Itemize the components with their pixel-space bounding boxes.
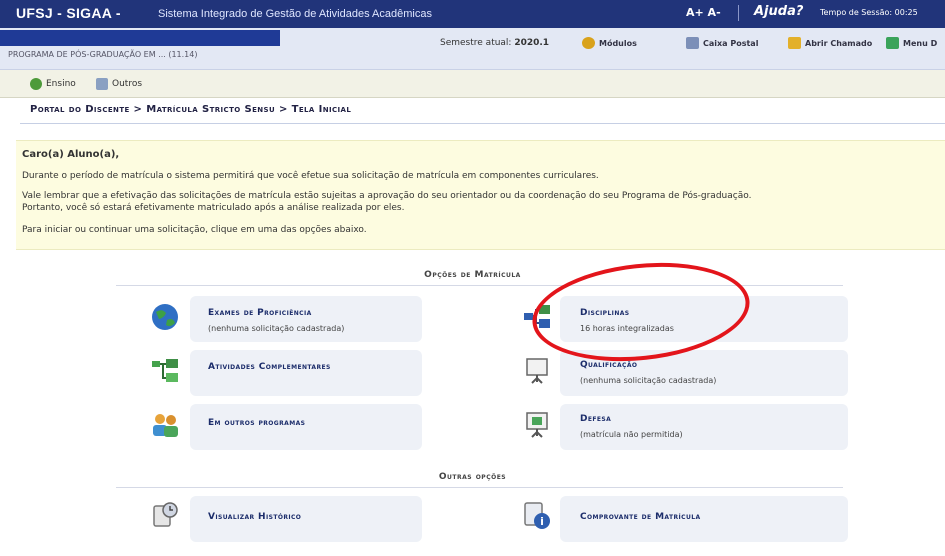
notice-line-4: Para iniciar ou continuar uma solicitaçã… [22,225,367,235]
option-qualification-status: (nenhuma solicitação cadastrada) [580,376,717,385]
mailbox-button-label: Caixa Postal [703,38,759,48]
receipt-icon: i [524,502,550,529]
mailbox-icon [686,37,699,49]
option-defense[interactable]: Defesa [580,414,611,424]
globe-icon [152,304,178,330]
option-proficiency-exams[interactable]: Exames de Proficiência [208,308,312,318]
modules-button-label: Módulos [599,38,637,48]
history-icon [153,502,178,527]
user-info-bar: PROGRAMA DE PÓS-GRADUAÇÃO EM ... (11.14)… [0,28,945,70]
menu-button-label: Menu D [903,38,938,48]
activities-icon [152,359,178,382]
option-card-defense[interactable] [560,404,848,450]
option-card-proficiency[interactable] [190,296,422,342]
mailbox-button[interactable]: Caixa Postal [686,34,758,52]
app-subtitle: Sistema Integrado de Gestão de Atividade… [158,8,432,20]
module-ensino[interactable]: Ensino [30,78,76,90]
option-defense-status: (matrícula não permitida) [580,430,683,439]
module-outros[interactable]: Outros [96,78,142,90]
option-qualification[interactable]: Qualificação [580,360,637,370]
people-icon [153,414,178,437]
option-proficiency-status: (nenhuma solicitação cadastrada) [208,324,345,333]
presentation-icon [526,358,548,384]
others-icon [96,78,108,90]
open-ticket-button-label: Abrir Chamado [805,38,873,48]
module-bar: Ensino Outros [0,70,945,98]
module-ensino-label: Ensino [46,79,76,89]
section-divider [116,487,843,488]
option-complementary-activities[interactable]: Atividades Complementares [208,362,331,372]
option-card-activities[interactable] [190,350,422,396]
current-semester: Semestre atual: 2020.1 [440,38,549,48]
enrollment-notice: Caro(a) Aluno(a), Durante o período de m… [16,140,945,250]
ticket-icon [788,37,801,49]
notice-line-3: Portanto, você só estará efetivamente ma… [22,203,405,213]
notice-line-2: Vale lembrar que a efetivação das solici… [22,191,752,201]
modules-button[interactable]: Módulos [582,34,637,52]
teaching-icon [30,78,42,90]
notice-greeting: Caro(a) Aluno(a), [22,149,120,160]
help-link[interactable]: Ajuda? [754,4,803,19]
other-options-title: Outras opções [438,472,507,482]
semester-label: Semestre atual: [440,38,512,48]
app-title: UFSJ - SIGAA - [16,5,121,21]
user-unit: PROGRAMA DE PÓS-GRADUAÇÃO EM ... (11.14) [8,50,198,59]
svg-text:i: i [540,515,544,528]
breadcrumb: Portal do Discente > Matrícula Stricto S… [30,104,352,115]
user-name-redacted [0,30,280,46]
option-view-history[interactable]: Visualizar Histórico [208,512,301,522]
defense-icon [526,412,548,438]
modules-icon [582,37,595,49]
module-outros-label: Outros [112,79,143,89]
topbar-divider [738,5,739,21]
breadcrumb-divider [20,123,945,124]
enrollment-options-title: Opções de Matrícula [424,270,521,280]
font-size-control[interactable]: A+ A- [686,6,721,19]
top-bar: UFSJ - SIGAA - Sistema Integrado de Gest… [0,0,945,28]
menu-button[interactable]: Menu D [886,34,937,52]
option-enrollment-receipt[interactable]: Comprovante de Matrícula [580,512,701,522]
notice-line-1: Durante o período de matrícula o sistema… [22,171,599,181]
open-ticket-button[interactable]: Abrir Chamado [788,34,872,52]
option-other-programs[interactable]: Em outros programas [208,418,305,428]
semester-value: 2020.1 [514,38,550,48]
menu-icon [886,37,899,49]
session-timer: Tempo de Sessão: 00:25 [820,8,918,17]
